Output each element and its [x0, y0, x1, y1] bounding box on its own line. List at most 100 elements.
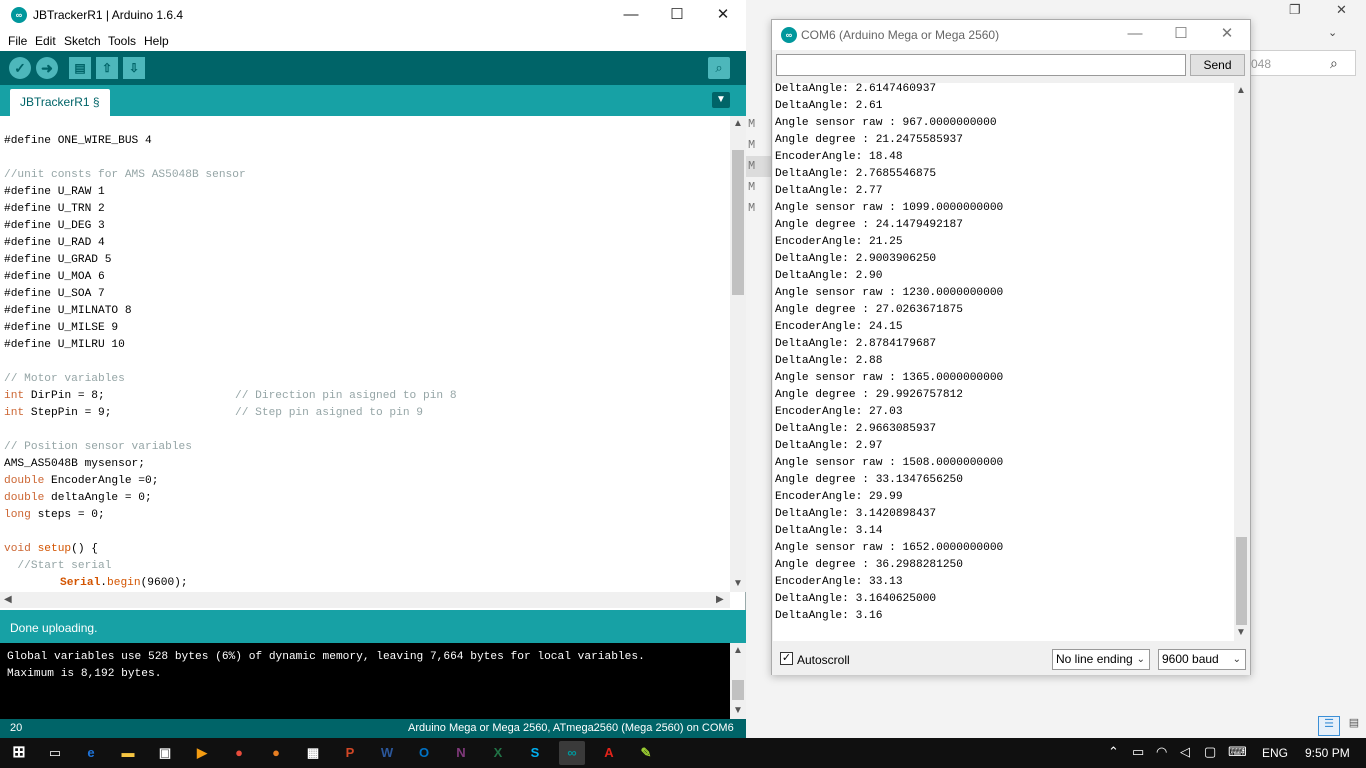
outlook-icon[interactable]: O [411, 741, 437, 765]
skype-icon[interactable]: S [522, 741, 548, 765]
background-list-item[interactable]: M [746, 198, 772, 219]
chevron-down-icon[interactable]: ⌄ [1328, 26, 1337, 39]
word-icon[interactable]: W [374, 741, 400, 765]
code-comment: // Motor variables [4, 373, 125, 385]
serial-output-line: DeltaAngle: 3.1420898437 [775, 508, 937, 520]
serial-output-line: EncoderAngle: 29.99 [775, 491, 903, 503]
scroll-up-icon[interactable]: ▲ [733, 645, 743, 656]
baud-rate-select[interactable]: 9600 baud ⌄ [1158, 649, 1246, 670]
tab-bar [0, 85, 746, 116]
serial-output[interactable]: DeltaAngle: 2.6147460937 DeltaAngle: 2.61… [773, 83, 1234, 641]
serial-output-line: EncoderAngle: 33.13 [775, 576, 903, 588]
code-line: #define U_MILSE 9 [4, 322, 119, 334]
windows-start-icon[interactable]: ⊞ [6, 741, 32, 765]
serial-output-line: DeltaAngle: 2.90 [775, 270, 883, 282]
code-line: void setup() { [4, 543, 99, 555]
scroll-right-icon[interactable]: ▶ [716, 594, 724, 605]
send-button[interactable]: Send [1190, 54, 1245, 76]
minimize-button[interactable]: — [1112, 20, 1158, 48]
output-console[interactable]: Global variables use 528 bytes (6%) of d… [0, 643, 730, 719]
editor-scroll-thumb[interactable] [732, 150, 744, 295]
onenote-icon[interactable]: N [448, 741, 474, 765]
serial-monitor-icon[interactable]: ⌕ [708, 57, 730, 79]
wifi-icon[interactable]: ◠ [1156, 744, 1167, 760]
tab-menu-chevron-down-icon[interactable]: ▼ [712, 92, 730, 108]
scroll-left-icon[interactable]: ◀ [4, 594, 12, 605]
menu-file[interactable]: File [8, 34, 27, 48]
background-list-item[interactable]: M [746, 114, 772, 135]
background-list-item[interactable]: M [746, 156, 772, 177]
line-ending-select[interactable]: No line ending ⌄ [1052, 649, 1150, 670]
menu-edit[interactable]: Edit [35, 34, 56, 48]
editor-horizontal-scrollbar[interactable]: ◀ ▶ [0, 592, 730, 608]
serial-output-line: Angle degree : 24.1479492187 [775, 219, 963, 231]
background-list-item[interactable]: M [746, 135, 772, 156]
scroll-down-icon[interactable]: ▼ [1236, 627, 1246, 638]
language-indicator[interactable]: ENG [1262, 746, 1288, 760]
menu-sketch[interactable]: Sketch [64, 34, 101, 48]
powerpoint-icon[interactable]: P [337, 741, 363, 765]
verify-icon[interactable]: ✓ [9, 57, 31, 79]
firefox-icon[interactable]: ● [263, 741, 289, 765]
network-icon[interactable]: ▭ [1132, 744, 1144, 760]
console-line: Maximum is 8,192 bytes. [7, 668, 162, 680]
notepad-icon[interactable]: ✎ [633, 741, 659, 765]
scroll-down-icon[interactable]: ▼ [733, 578, 743, 589]
maximize-button[interactable]: ☐ [654, 0, 700, 31]
search-input[interactable]: 048 [1244, 50, 1356, 76]
code-editor[interactable]: #define ONE_WIRE_BUS 4 //unit consts for… [0, 116, 730, 592]
serial-scroll-thumb[interactable] [1236, 537, 1247, 625]
serial-output-line: DeltaAngle: 2.61 [775, 100, 883, 112]
console-scroll-thumb[interactable] [732, 680, 744, 700]
close-icon[interactable]: ✕ [1336, 2, 1347, 18]
detail-view-icon[interactable]: ▤ [1344, 716, 1364, 736]
autoscroll-checkbox[interactable]: ✓ [780, 652, 793, 665]
menu-help[interactable]: Help [144, 34, 169, 48]
close-button[interactable]: ✕ [1204, 20, 1250, 48]
window-title: JBTrackerR1 | Arduino 1.6.4 [33, 8, 184, 22]
line-number: 20 [10, 722, 23, 734]
show-hidden-icons-icon[interactable]: ⌃ [1108, 744, 1119, 760]
code-line: double EncoderAngle =0; [4, 475, 159, 487]
code-line: #define U_MOA 6 [4, 271, 105, 283]
scroll-down-icon[interactable]: ▼ [733, 705, 743, 716]
tab-sketch[interactable]: JBTrackerR1 § [10, 89, 110, 116]
close-button[interactable]: ✕ [700, 0, 746, 31]
task-view-icon[interactable]: ▭ [42, 741, 68, 765]
edge-icon[interactable]: e [78, 741, 104, 765]
list-view-icon[interactable]: ☰ [1318, 716, 1340, 736]
search-icon[interactable]: ⌕ [1330, 55, 1338, 72]
background-list-item[interactable]: M [746, 177, 772, 198]
minimize-button[interactable]: — [608, 0, 654, 31]
new-sketch-icon[interactable]: ▤ [69, 57, 91, 79]
acrobat-icon[interactable]: A [596, 741, 622, 765]
scroll-up-icon[interactable]: ▲ [1236, 85, 1246, 96]
chrome-icon[interactable]: ● [226, 741, 252, 765]
serial-output-line: DeltaAngle: 2.8784179687 [775, 338, 937, 350]
excel-icon[interactable]: X [485, 741, 511, 765]
serial-output-line: Angle degree : 33.1347656250 [775, 474, 963, 486]
clock[interactable]: 9:50 PM [1305, 746, 1350, 760]
open-sketch-icon[interactable]: ⇧ [96, 57, 118, 79]
arduino-icon[interactable]: ∞ [559, 741, 585, 765]
serial-output-line: DeltaAngle: 2.88 [775, 355, 883, 367]
media-player-icon[interactable]: ▶ [189, 741, 215, 765]
calculator-icon[interactable]: ▦ [300, 741, 326, 765]
code-line: #define U_TRN 2 [4, 203, 105, 215]
action-center-icon[interactable]: ▢ [1204, 744, 1216, 760]
maximize-button[interactable]: ☐ [1158, 20, 1204, 48]
restore-icon[interactable]: ❐ [1289, 2, 1301, 18]
scroll-up-icon[interactable]: ▲ [733, 118, 743, 129]
menu-tools[interactable]: Tools [108, 34, 136, 48]
volume-icon[interactable]: ◁ [1180, 744, 1190, 760]
serial-send-input[interactable] [776, 54, 1186, 76]
file-explorer-icon[interactable]: ▬ [115, 741, 141, 765]
keyboard-icon[interactable]: ⌨ [1228, 744, 1247, 760]
arduino-logo-icon: ∞ [11, 7, 27, 23]
autoscroll-label[interactable]: Autoscroll [797, 653, 850, 667]
console-line: Global variables use 528 bytes (6%) of d… [7, 651, 645, 663]
save-sketch-icon[interactable]: ⇩ [123, 57, 145, 79]
serial-output-line: DeltaAngle: 2.6147460937 [775, 83, 937, 95]
store-icon[interactable]: ▣ [152, 741, 178, 765]
upload-icon[interactable]: ➜ [36, 57, 58, 79]
